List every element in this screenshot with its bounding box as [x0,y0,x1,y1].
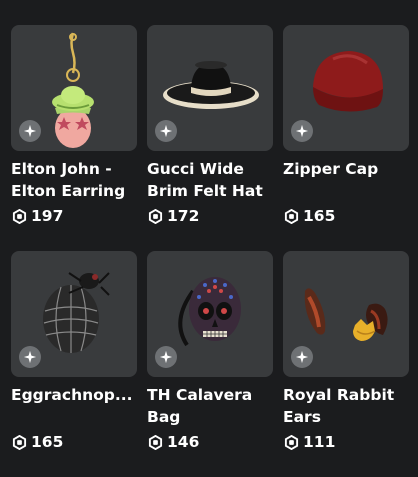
item-thumbnail[interactable] [11,25,137,151]
item-price: 165 [284,207,335,225]
item-thumbnail[interactable] [147,25,273,151]
item-name[interactable]: Zipper Cap [283,158,413,180]
catalog-item-card[interactable]: Royal Rabbit Ears 111 [283,251,409,451]
price-value: 172 [167,207,200,225]
catalog-item-card[interactable]: Elton John - Elton Earring 197 [11,25,137,225]
sparkle-icon [19,120,41,142]
sparkle-icon [291,120,313,142]
item-name[interactable]: Elton John - Elton Earring [11,158,141,202]
catalog-item-card[interactable]: Eggrachnop... 165 [11,251,137,451]
item-price: 146 [148,433,199,451]
item-name[interactable]: TH Calavera Bag [147,384,277,428]
robux-icon [284,208,299,224]
item-thumbnail[interactable] [283,25,409,151]
price-value: 165 [303,207,336,225]
item-price: 172 [148,207,199,225]
price-value: 165 [31,433,64,451]
item-name[interactable]: Royal Rabbit Ears [283,384,413,428]
catalog-item-card[interactable]: Gucci Wide Brim Felt Hat 172 [147,25,273,225]
price-value: 111 [303,433,336,451]
sparkle-icon [155,120,177,142]
item-thumbnail[interactable] [147,251,273,377]
item-price: 111 [284,433,335,451]
robux-icon [284,434,299,450]
price-value: 197 [31,207,64,225]
item-name[interactable]: Eggrachnop... [11,384,133,406]
robux-icon [12,208,27,224]
robux-icon [148,208,163,224]
sparkle-icon [291,346,313,368]
robux-icon [148,434,163,450]
item-price: 197 [12,207,63,225]
catalog-item-card[interactable]: Zipper Cap 165 [283,25,409,225]
item-thumbnail[interactable] [11,251,137,377]
sparkle-icon [155,346,177,368]
item-price: 165 [12,433,63,451]
item-thumbnail[interactable] [283,251,409,377]
item-name[interactable]: Gucci Wide Brim Felt Hat [147,158,277,202]
catalog-grid: Elton John - Elton Earring 197 Gucci Wid… [0,0,418,477]
catalog-item-card[interactable]: TH Calavera Bag 146 [147,251,273,451]
robux-icon [12,434,27,450]
price-value: 146 [167,433,200,451]
sparkle-icon [19,346,41,368]
